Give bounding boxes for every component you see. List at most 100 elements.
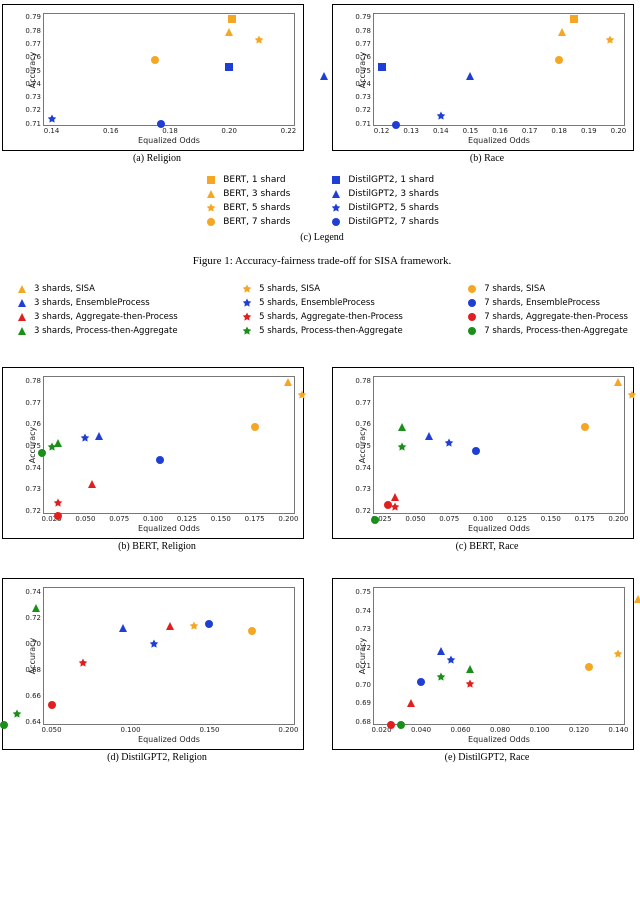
legend-label: 3 shards, Aggregate-then-Process [34, 312, 178, 322]
ytick: 0.72 [25, 106, 44, 114]
ytick: 0.77 [355, 40, 374, 48]
xtick: 0.14 [44, 125, 60, 135]
figure2-legend: 3 shards, SISA 3 shards, EnsembleProcess 3… [2, 283, 640, 337]
data-point [319, 68, 329, 78]
figure1-legend: BERT, 1 shardBERT, 3 shardsBERT, 5 shard… [2, 174, 640, 228]
ytick: 0.72 [25, 614, 44, 622]
legend-label: 5 shards, Process-then-Aggregate [259, 326, 403, 336]
legend-label: 5 shards, Aggregate-then-Process [259, 312, 403, 322]
legend-label: 3 shards, EnsembleProcess [34, 298, 150, 308]
ylabel: Accuracy [28, 427, 37, 464]
xtick: 0.16 [492, 125, 508, 135]
xtick: 0.15 [463, 125, 479, 135]
legend-marker-icon [16, 297, 28, 309]
chart-bert-religion: 0.720.730.740.750.760.770.780.0250.0500.… [2, 367, 304, 539]
legend-marker-icon [205, 202, 217, 214]
ytick: 0.72 [355, 106, 374, 114]
xtick: 0.22 [281, 125, 297, 135]
legend-label: 7 shards, Process-then-Aggregate [484, 326, 628, 336]
data-point [165, 618, 175, 628]
legend-label: 3 shards, SISA [34, 284, 95, 294]
data-point [150, 52, 160, 62]
data-point [633, 591, 640, 601]
data-point [584, 659, 594, 669]
chart-religion: 0.710.720.730.740.750.760.770.780.790.14… [2, 4, 304, 151]
data-point [297, 387, 307, 397]
ylabel: Accuracy [358, 427, 367, 464]
caption-dg-religion: (d) DistilGPT2, Religion [2, 752, 312, 763]
xtick: 0.060 [450, 724, 470, 734]
ytick: 0.73 [355, 485, 374, 493]
legend-marker-icon [205, 174, 217, 186]
legend-item: 7 shards, SISA [466, 283, 628, 295]
legend-item: 7 shards, Process-then-Aggregate [466, 325, 628, 337]
ytick: 0.74 [25, 464, 44, 472]
legend-item: DistilGPT2, 3 shards [330, 188, 438, 200]
legend-item: 5 shards, SISA [241, 283, 403, 295]
data-point [12, 706, 22, 716]
data-point [31, 600, 41, 610]
xtick: 0.100 [529, 724, 549, 734]
data-point [386, 717, 396, 727]
ytick: 0.73 [25, 485, 44, 493]
ylabel: Accuracy [28, 51, 37, 88]
data-point [118, 620, 128, 630]
legend-marker-icon [16, 325, 28, 337]
data-point [424, 428, 434, 438]
xtick: 0.200 [278, 513, 298, 523]
ytick: 0.77 [355, 399, 374, 407]
ylabel: Accuracy [358, 638, 367, 675]
ytick: 0.70 [355, 681, 374, 689]
legend-label: 5 shards, EnsembleProcess [259, 298, 375, 308]
legend-marker-icon [16, 283, 28, 295]
xlabel: Equalized Odds [138, 524, 200, 533]
data-point [254, 32, 264, 42]
data-point [47, 439, 57, 449]
legend-label: BERT, 3 shards [223, 189, 290, 199]
ytick: 0.71 [355, 120, 374, 128]
chart-dg-religion: 0.640.660.680.700.720.740.0500.1000.1500… [2, 578, 304, 750]
ylabel: Accuracy [358, 51, 367, 88]
ytick: 0.66 [25, 692, 44, 700]
data-point [436, 108, 446, 118]
data-point [94, 428, 104, 438]
legend-item: 3 shards, Process-then-Aggregate [16, 325, 178, 337]
xtick: 0.080 [490, 724, 510, 734]
legend-label: DistilGPT2, 1 shard [348, 175, 434, 185]
legend-marker-icon [330, 188, 342, 200]
data-point [627, 387, 637, 397]
xtick: 0.100 [120, 724, 140, 734]
legend-item: 5 shards, Process-then-Aggregate [241, 325, 403, 337]
xtick: 0.100 [473, 513, 493, 523]
data-point [227, 11, 237, 21]
ytick: 0.71 [25, 120, 44, 128]
xtick: 0.125 [507, 513, 527, 523]
data-point [554, 52, 564, 62]
legend-label: 5 shards, SISA [259, 284, 320, 294]
data-point [155, 452, 165, 462]
xtick: 0.075 [439, 513, 459, 523]
xtick: 0.150 [199, 724, 219, 734]
legend-item: 3 shards, Aggregate-then-Process [16, 311, 178, 323]
data-point [247, 623, 257, 633]
legend-item: BERT, 3 shards [205, 188, 290, 200]
legend-marker-icon [241, 297, 253, 309]
ytick: 0.74 [355, 607, 374, 615]
legend-marker-icon [330, 202, 342, 214]
legend-item: DistilGPT2, 1 shard [330, 174, 438, 186]
legend-marker-icon [16, 311, 28, 323]
legend-item: DistilGPT2, 7 shards [330, 216, 438, 228]
legend-item: BERT, 1 shard [205, 174, 290, 186]
legend-marker-icon [205, 188, 217, 200]
ytick: 0.77 [25, 399, 44, 407]
legend-marker-icon [466, 311, 478, 323]
xtick: 0.200 [278, 724, 298, 734]
ytick: 0.78 [355, 377, 374, 385]
ytick: 0.79 [25, 13, 44, 21]
data-point [53, 495, 63, 505]
data-point [613, 646, 623, 656]
data-point [283, 374, 293, 384]
ytick: 0.79 [355, 13, 374, 21]
xtick: 0.19 [581, 125, 597, 135]
data-point [471, 443, 481, 453]
